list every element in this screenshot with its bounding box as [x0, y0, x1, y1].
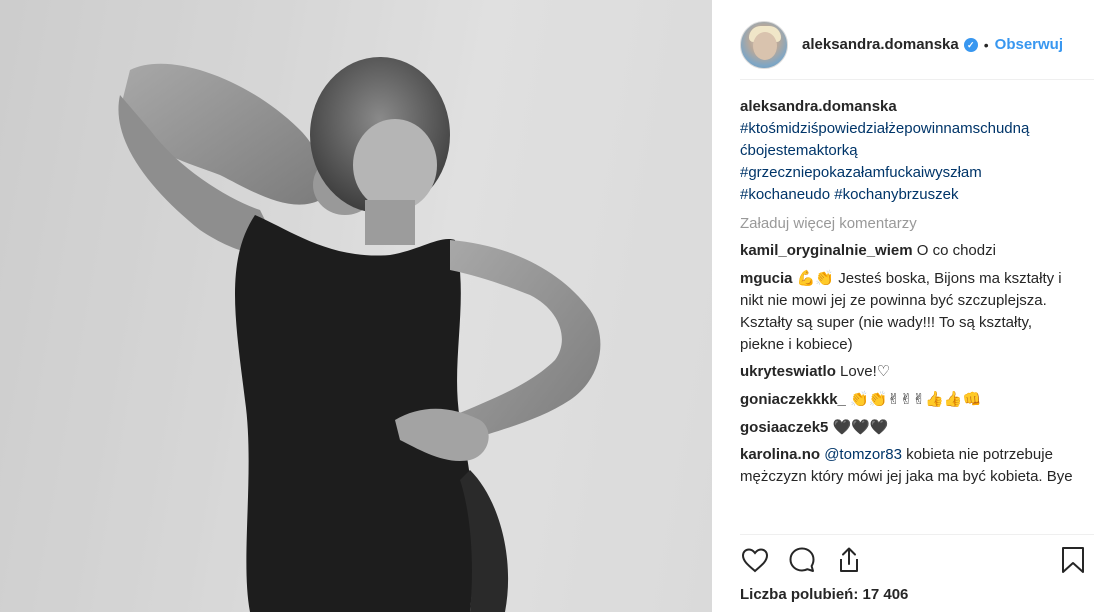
post-header: aleksandra.domanska ✓ • Obserwuj	[740, 10, 1094, 80]
verified-badge-icon: ✓	[963, 37, 978, 52]
comments-section: aleksandra.domanska #ktośmidziśpowiedzia…	[740, 96, 1080, 493]
caption-hashtag[interactable]: ćbojestemaktorką	[740, 140, 1080, 162]
header-username[interactable]: aleksandra.domanska	[802, 36, 959, 53]
comment-bubble-icon[interactable]	[787, 545, 817, 575]
caption-hashtag[interactable]: #kochaneudo #kochanybrzuszek	[740, 184, 1080, 206]
caption-hashtag[interactable]: #grzeczniepokazałamfuckaiwyszłam	[740, 162, 1080, 184]
comment-username[interactable]: mgucia	[740, 270, 793, 287]
comment-username[interactable]: kamil_oryginalnie_wiem	[740, 242, 913, 259]
avatar-face	[753, 31, 777, 60]
comment-item: gosiaaczek5 🖤🖤🖤	[740, 416, 1080, 439]
photo-illustration	[0, 0, 712, 612]
share-icon[interactable]	[834, 545, 864, 575]
comment-username[interactable]: karolina.no	[740, 446, 820, 463]
comment-item: mgucia 💪👏 Jesteś boska, Bijons ma kształ…	[740, 267, 1080, 356]
post-caption: aleksandra.domanska #ktośmidziśpowiedzia…	[740, 96, 1080, 206]
comment-text: O co chodzi	[916, 242, 996, 259]
comment-text: Love!♡	[840, 363, 891, 380]
comment-emoji: 🖤🖤🖤	[832, 418, 889, 436]
comment-item: karolina.no @tomzor83 kobieta nie potrze…	[740, 444, 1080, 488]
comment-username[interactable]: gosiaaczek5	[740, 419, 828, 436]
comment-mention[interactable]: @tomzor83	[824, 446, 902, 463]
load-more-comments-button[interactable]: Załaduj więcej komentarzy	[740, 215, 1080, 232]
comment-item: kamil_oryginalnie_wiem O co chodzi	[740, 240, 1080, 262]
likes-count[interactable]: Liczba polubień: 17 406	[740, 586, 908, 603]
instagram-post: aleksandra.domanska ✓ • Obserwuj aleksan…	[0, 0, 1094, 612]
separator-dot: •	[983, 36, 989, 53]
comment-emoji: 👏👏✌✌✌👍👍👊	[850, 390, 982, 408]
comment-username[interactable]: goniaczekkkk_	[740, 391, 846, 408]
comment-item: goniaczekkkk_ 👏👏✌✌✌👍👍👊	[740, 388, 1080, 411]
heart-icon[interactable]	[740, 545, 770, 575]
caption-hashtag[interactable]: #ktośmidziśpowiedziałżepowinnamschudną	[740, 118, 1080, 140]
comment-username[interactable]: ukryteswiatlo	[740, 363, 836, 380]
bookmark-icon[interactable]	[1058, 545, 1088, 575]
action-bar	[740, 534, 1094, 584]
follow-button[interactable]: Obserwuj	[995, 36, 1063, 53]
avatar[interactable]	[740, 20, 788, 69]
post-side-panel: aleksandra.domanska ✓ • Obserwuj aleksan…	[712, 0, 1094, 612]
post-photo[interactable]	[0, 0, 712, 612]
comment-item: ukryteswiatlo Love!♡	[740, 361, 1080, 383]
caption-username[interactable]: aleksandra.domanska	[740, 96, 1080, 118]
comment-emoji: 💪👏	[796, 269, 835, 287]
